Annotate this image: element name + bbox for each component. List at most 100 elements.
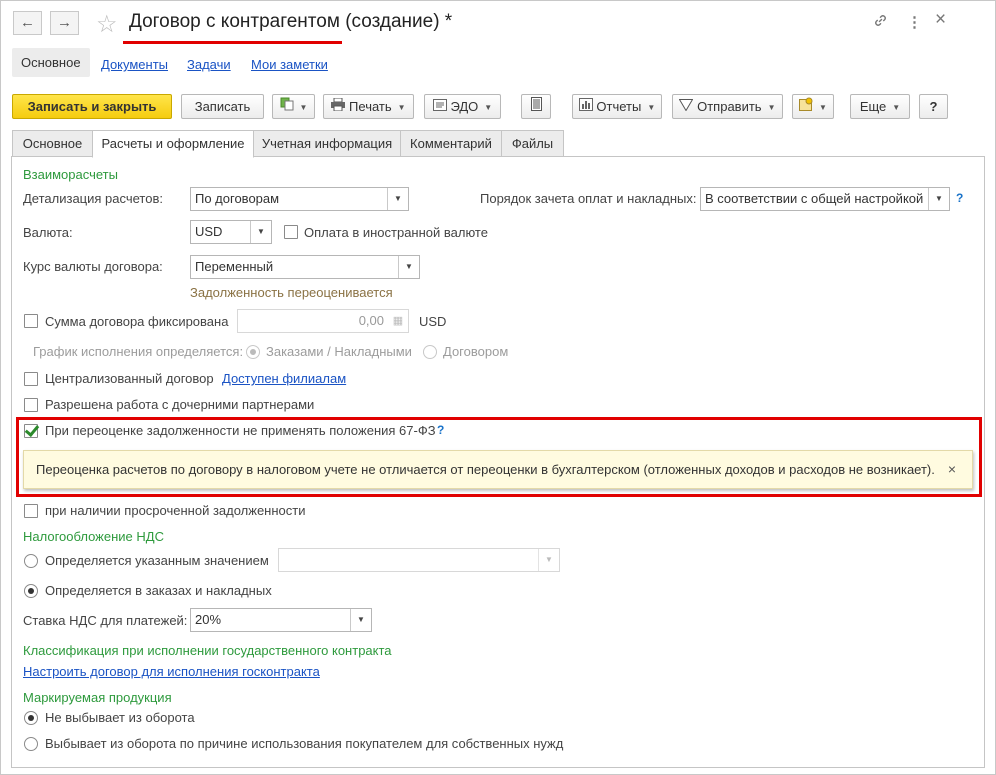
form-window: ← → ☆ Договор с контрагентом (создание) … (0, 0, 996, 775)
chevron-down-icon[interactable]: ▼ (350, 609, 371, 631)
fixed-sum-checkbox[interactable] (24, 314, 38, 328)
offset-select[interactable]: В соответствии с общей настройкой ▼ (700, 187, 950, 211)
nav-main[interactable]: Основное (12, 48, 90, 77)
rate-value: Переменный (195, 259, 274, 274)
close-icon[interactable]: × (935, 9, 946, 31)
schedule-orders-label: Заказами / Накладными (266, 344, 412, 359)
schedule-contract-label: Договором (443, 344, 509, 359)
create-based-icon (280, 97, 294, 111)
calculator-icon[interactable]: ▦ (388, 310, 408, 332)
back-button[interactable]: ← (13, 11, 42, 35)
fixed-sum-value: 0,00 (358, 313, 384, 328)
vat-specified-label: Определяется указанным значением (45, 553, 269, 568)
edo-label: ЭДО (450, 99, 479, 114)
centralized-checkbox[interactable] (24, 372, 38, 386)
tab-accounting-info[interactable]: Учетная информация (253, 130, 401, 157)
tab-settlements[interactable]: Расчеты и оформление (92, 130, 254, 158)
section-gov-contract: Классификация при исполнении государстве… (23, 643, 392, 658)
vat-orders-label: Определяется в заказах и накладных (45, 583, 272, 598)
help-tooltip: Переоценка расчетов по договору в налого… (23, 450, 973, 489)
chevron-down-icon[interactable]: ▼ (928, 188, 949, 210)
vat-value-select[interactable]: ▼ (278, 548, 560, 572)
offset-help-icon[interactable]: ? (956, 191, 963, 205)
offset-value: В соответствии с общей настройкой (705, 191, 924, 206)
chevron-down-icon[interactable]: ▼ (387, 188, 408, 210)
foreign-pay-label: Оплата в иностранной валюте (304, 225, 488, 240)
save-and-close-button[interactable]: Записать и закрыть (12, 94, 172, 119)
create-based-on-button[interactable]: ▼ (272, 94, 315, 119)
branches-link[interactable]: Доступен филиалам (222, 371, 346, 386)
nav-documents[interactable]: Документы (101, 57, 168, 72)
currency-label: Валюта: (23, 225, 73, 240)
schedule-orders-radio[interactable] (246, 345, 260, 359)
schedule-contract-radio[interactable] (423, 345, 437, 359)
arrow-right-icon: → (57, 14, 72, 31)
document-icon (530, 97, 542, 111)
help-button[interactable]: ? (919, 94, 948, 119)
marking-opt2-radio[interactable] (24, 737, 38, 751)
revalue-hint: Задолженность переоценивается (190, 285, 393, 300)
chevron-down-icon[interactable]: ▼ (398, 256, 419, 278)
favorite-star-icon[interactable]: ☆ (96, 10, 118, 39)
send-icon (679, 99, 694, 111)
tab-comment[interactable]: Комментарий (400, 130, 502, 157)
rate-select[interactable]: Переменный ▼ (190, 255, 420, 279)
reports-label: Отчеты (596, 99, 642, 114)
detail-select[interactable]: По договорам ▼ (190, 187, 409, 211)
more-button[interactable]: Еще ▼ (850, 94, 910, 119)
overdue-checkbox[interactable] (24, 504, 38, 518)
marking-opt1-radio[interactable] (24, 711, 38, 725)
attachment-icon (799, 97, 813, 111)
section-mutual-settlements: Взаиморасчеты (23, 167, 118, 182)
detail-label: Детализация расчетов: (23, 191, 163, 206)
page-title: Договор с контрагентом (создание) * (129, 11, 453, 32)
document-list-button[interactable] (521, 94, 551, 119)
tooltip-close-icon[interactable]: × (948, 451, 956, 488)
send-button[interactable]: Отправить ▼ (672, 94, 783, 119)
chevron-down-icon[interactable]: ▼ (250, 221, 271, 243)
schedule-label: График исполнения определяется: (33, 344, 244, 359)
vat-specified-radio[interactable] (24, 554, 38, 568)
tab-main[interactable]: Основное (12, 130, 93, 157)
vat-orders-radio[interactable] (24, 584, 38, 598)
subsidiary-label: Разрешена работа с дочерними партнерами (45, 397, 315, 412)
title-highlight-underline (123, 41, 342, 44)
fixed-sum-currency: USD (419, 314, 447, 329)
section-marking: Маркируемая продукция (23, 690, 172, 705)
print-label: Печать (349, 99, 392, 114)
reports-button[interactable]: Отчеты ▼ (572, 94, 662, 119)
tab-files[interactable]: Файлы (501, 130, 564, 157)
tooltip-text: Переоценка расчетов по договору в налого… (36, 462, 935, 477)
reports-icon (578, 98, 593, 111)
more-label: Еще (859, 99, 887, 114)
currency-select[interactable]: USD ▼ (190, 220, 272, 244)
vat-rate-select[interactable]: 20% ▼ (190, 608, 372, 632)
nav-my-notes[interactable]: Мои заметки (251, 57, 328, 72)
detail-value: По договорам (195, 191, 280, 206)
subsidiary-checkbox[interactable] (24, 398, 38, 412)
marking-opt1-label: Не выбывает из оборота (45, 710, 195, 725)
nav-tasks[interactable]: Задачи (187, 57, 231, 72)
gov-contract-link[interactable]: Настроить договор для исполнения госконт… (23, 664, 320, 679)
printer-icon (331, 98, 346, 111)
send-label: Отправить (697, 99, 762, 114)
more-menu-icon[interactable]: ⋮ (907, 13, 922, 31)
link-icon[interactable] (873, 13, 888, 32)
save-button[interactable]: Записать (181, 94, 264, 119)
edo-button[interactable]: ЭДО ▼ (424, 94, 501, 119)
marking-opt2-label: Выбывает из оборота по причине использов… (45, 736, 564, 751)
print-button[interactable]: Печать ▼ (323, 94, 414, 119)
offset-label: Порядок зачета оплат и накладных: (480, 191, 697, 206)
centralized-label: Централизованный договор (45, 371, 214, 386)
section-vat: Налогообложение НДС (23, 529, 164, 544)
foreign-pay-checkbox[interactable] (284, 225, 298, 239)
overdue-label: при наличии просроченной задолженности (45, 503, 306, 518)
forward-button[interactable]: → (50, 11, 79, 35)
arrow-left-icon: ← (20, 14, 35, 31)
currency-value: USD (195, 224, 223, 239)
chevron-down-icon[interactable]: ▼ (538, 549, 559, 571)
fixed-sum-input[interactable]: 0,00 ▦ (237, 309, 409, 333)
vat-rate-label: Ставка НДС для платежей: (23, 613, 188, 628)
attachments-button[interactable]: ▼ (792, 94, 834, 119)
vat-rate-value: 20% (195, 612, 222, 627)
